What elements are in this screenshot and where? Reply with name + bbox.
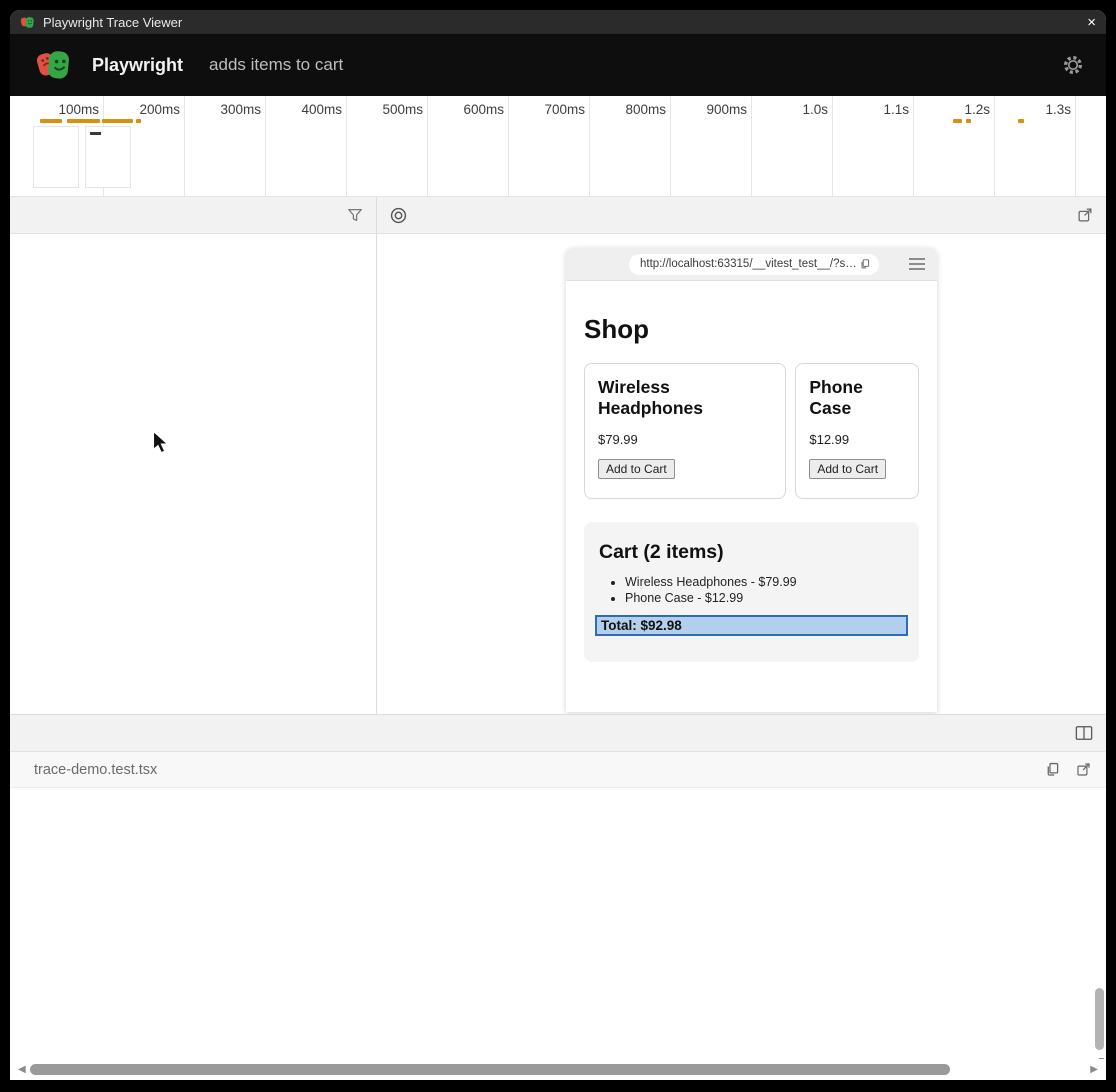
- traffic-light-yellow: [593, 260, 602, 269]
- browser-chrome: http://localhost:63315/__vitest_test__/?…: [566, 248, 937, 281]
- source-code-view[interactable]: ▼: [10, 788, 1106, 1059]
- details-panel: trace-demo.test.tsx ▼ ◀ ▶: [10, 714, 1106, 1080]
- product-price: $12.99: [809, 432, 905, 447]
- title-bar: Playwright Trace Viewer ×: [10, 10, 1106, 34]
- tabbar-spacer: [10, 197, 334, 233]
- test-name: adds items to cart: [209, 55, 343, 75]
- timeline-gridline: [184, 96, 185, 196]
- timeline-action-bar: [1018, 119, 1024, 123]
- timeline-time-label: 300ms: [187, 102, 261, 117]
- shop-heading: Shop: [584, 314, 919, 345]
- scroll-right-arrow-icon[interactable]: ▶: [1090, 1064, 1098, 1075]
- timeline-thumbnail[interactable]: [85, 126, 131, 188]
- timeline-gridline: [913, 96, 914, 196]
- timeline-time-label: 500ms: [349, 102, 423, 117]
- product-price: $79.99: [598, 432, 772, 447]
- vertical-scrollbar-thumb[interactable]: [1095, 988, 1104, 1050]
- snapshot-view: http://localhost:63315/__vitest_test__/?…: [377, 234, 1106, 714]
- timeline-action-bar: [102, 119, 133, 123]
- timeline-thumbnail[interactable]: [33, 126, 79, 188]
- timeline-time-label: 400ms: [268, 102, 342, 117]
- timeline-strip[interactable]: 100ms 200ms 300ms 400ms 500ms 600ms 700ms 800ms…: [10, 96, 1106, 197]
- menu-icon[interactable]: [909, 258, 925, 270]
- timeline-time-label: 1.2s: [916, 102, 990, 117]
- address-bar[interactable]: http://localhost:63315/__vitest_test__/?…: [629, 254, 879, 275]
- product-name: Wireless Headphones: [598, 377, 772, 419]
- split-view-icon[interactable]: [1062, 715, 1106, 751]
- scroll-left-arrow-icon[interactable]: ◀: [18, 1064, 26, 1075]
- traffic-light-green: [608, 260, 617, 269]
- app-name: Playwright: [92, 55, 183, 76]
- timeline-action-bar: [136, 119, 141, 123]
- cart-items-list: Wireless Headphones - $79.99 Phone Case …: [625, 575, 908, 605]
- horizontal-scrollbar[interactable]: ◀ ▶: [10, 1059, 1106, 1080]
- actions-list: [10, 234, 376, 714]
- app-header: Playwright adds items to cart: [10, 34, 1106, 96]
- actions-tabbar: [10, 197, 376, 234]
- timeline-time-label: 100ms: [25, 102, 99, 117]
- timeline-gridline: [994, 96, 995, 196]
- add-to-cart-button[interactable]: Add to Cart: [598, 459, 675, 479]
- timeline-gridline: [427, 96, 428, 196]
- product-card: Wireless Headphones $79.99 Add to Cart: [584, 363, 786, 499]
- actions-panel: [10, 197, 377, 714]
- timeline-gridline: [346, 96, 347, 196]
- timeline-time-label: 600ms: [430, 102, 504, 117]
- details-tabbar: [10, 715, 1106, 752]
- cart-heading: Cart (2 items): [599, 541, 908, 564]
- window-title: Playwright Trace Viewer: [43, 15, 182, 30]
- timeline-time-label: 800ms: [592, 102, 666, 117]
- timeline-gridline: [751, 96, 752, 196]
- target-icon[interactable]: [377, 197, 420, 233]
- main-area: http://localhost:63315/__vitest_test__/?…: [10, 197, 1106, 714]
- timeline-gridline: [589, 96, 590, 196]
- source-file-name: trace-demo.test.tsx: [34, 762, 157, 778]
- product-card: Phone Case $12.99 Add to Cart: [795, 363, 919, 499]
- popout-icon[interactable]: [1064, 197, 1106, 233]
- horizontal-scrollbar-thumb[interactable]: [30, 1064, 950, 1075]
- playwright-masks-icon: [20, 15, 35, 30]
- settings-gear-icon[interactable]: [1062, 54, 1084, 76]
- thumb-shop-title: [90, 132, 101, 135]
- copy-url-icon[interactable]: [859, 258, 871, 270]
- timeline-time-label: 900ms: [673, 102, 747, 117]
- filter-icon[interactable]: [334, 197, 376, 233]
- timeline-time-label: 1.0s: [754, 102, 828, 117]
- tabbar-spacer: [10, 715, 1062, 751]
- timeline-time-label: 1.3s: [997, 102, 1071, 117]
- tabbar-spacer: [420, 197, 1064, 233]
- open-external-icon[interactable]: [1075, 761, 1092, 778]
- cart-item: Phone Case - $12.99: [625, 591, 908, 605]
- snapshot-panel: http://localhost:63315/__vitest_test__/?…: [377, 197, 1106, 714]
- snapshot-tabbar: [377, 197, 1106, 234]
- copy-icon[interactable]: [1044, 761, 1061, 778]
- timeline-time-label: 1.1s: [835, 102, 909, 117]
- mouse-cursor: [150, 430, 172, 454]
- timeline-gridline: [1075, 96, 1076, 196]
- shop-page: Shop Wireless Headphones $79.99 Add to C…: [566, 314, 937, 662]
- playwright-logo-icon: [36, 47, 72, 83]
- source-file-bar: trace-demo.test.tsx: [10, 752, 1106, 788]
- product-name: Phone Case: [809, 377, 905, 419]
- timeline-gridline: [670, 96, 671, 196]
- timeline-action-bar: [953, 119, 962, 123]
- cart-section: Cart (2 items) Wireless Headphones - $79…: [584, 522, 919, 662]
- timeline-gridline: [832, 96, 833, 196]
- cart-total-highlighted: Total: $92.98: [595, 615, 908, 636]
- timeline-gridline: [265, 96, 266, 196]
- timeline-time-label: 200ms: [106, 102, 180, 117]
- add-to-cart-button[interactable]: Add to Cart: [809, 459, 886, 479]
- timeline-action-bar: [966, 119, 971, 123]
- browser-mock: http://localhost:63315/__vitest_test__/?…: [566, 248, 937, 712]
- timeline-gridline: [508, 96, 509, 196]
- trace-viewer-window: Playwright Trace Viewer × Playwright add…: [10, 10, 1106, 1080]
- cart-item: Wireless Headphones - $79.99: [625, 575, 908, 589]
- timeline-time-label: 700ms: [511, 102, 585, 117]
- page-url: http://localhost:63315/__vitest_test__/?…: [640, 258, 859, 270]
- timeline-action-bar: [40, 119, 62, 123]
- product-row: Wireless Headphones $79.99 Add to Cart P…: [584, 363, 919, 499]
- close-icon[interactable]: ×: [1087, 15, 1096, 30]
- traffic-light-red: [578, 260, 587, 269]
- timeline-action-bar: [67, 119, 100, 123]
